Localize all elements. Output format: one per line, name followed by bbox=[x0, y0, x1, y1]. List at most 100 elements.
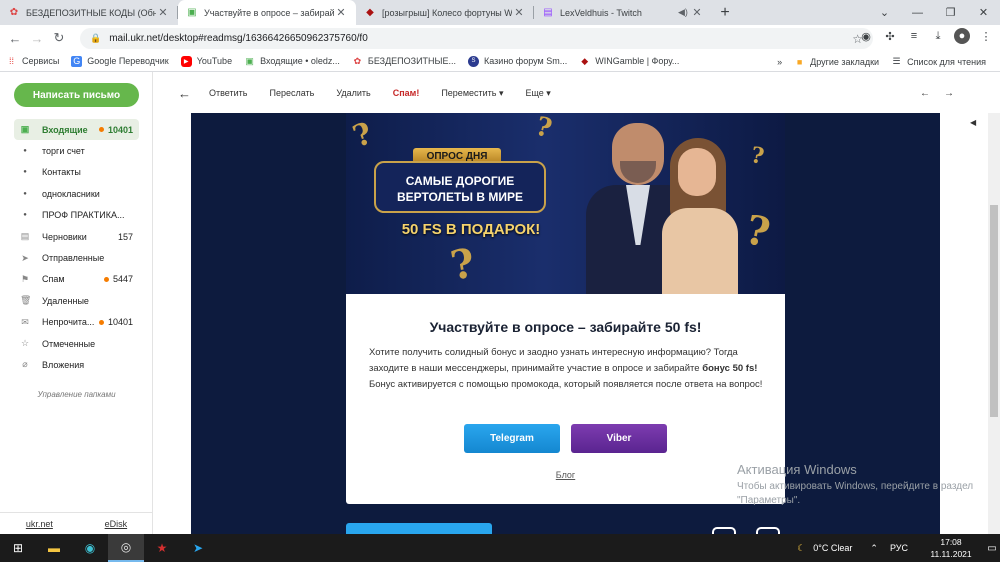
folder-count: 157 bbox=[117, 231, 133, 242]
close-window-icon[interactable]: ✕ bbox=[967, 0, 1000, 25]
question-mark-decoration: ? bbox=[748, 142, 767, 170]
sidebar-folder[interactable]: ⚑ Спам 5447 bbox=[14, 269, 139, 290]
folder-count: 10401 bbox=[98, 125, 133, 135]
folder-label: Удаленные bbox=[42, 295, 89, 306]
translate-icon: G bbox=[71, 55, 83, 67]
close-icon[interactable]: ✕ bbox=[156, 6, 170, 19]
tray-chevron-icon[interactable]: ⌃ bbox=[870, 543, 878, 554]
tab-search-icon[interactable]: ⌄ bbox=[868, 0, 901, 25]
bookmark-wingamble[interactable]: ◆ WINGamble | Фору... bbox=[573, 56, 685, 67]
question-mark-decoration: ? bbox=[532, 113, 555, 145]
address-bar[interactable]: 🔒 mail.ukr.net/desktop#readmsg/163664266… bbox=[80, 28, 873, 49]
weather-widget[interactable]: ☾ 0°C Clear bbox=[797, 543, 852, 554]
extension-icon[interactable]: ◉ bbox=[858, 28, 874, 44]
browser-tab-1[interactable]: ✿ БЕЗДЕПОЗИТНЫЕ КОДЫ (Обно ✕ bbox=[0, 0, 178, 25]
close-icon[interactable]: ✕ bbox=[334, 6, 348, 19]
folder-label: Вложения bbox=[42, 359, 85, 370]
move-dropdown[interactable]: Переместить ▾ bbox=[441, 88, 503, 99]
windows-start-icon[interactable]: ⊞ bbox=[0, 534, 36, 562]
reading-list-icon: ☰ bbox=[892, 56, 901, 66]
file-explorer-icon[interactable]: ▬ bbox=[36, 534, 72, 562]
language-indicator[interactable]: РУС bbox=[890, 543, 908, 553]
sidebar-folder[interactable]: ➤ Отправленные bbox=[14, 247, 139, 268]
telegram-button[interactable]: Telegram bbox=[464, 424, 560, 453]
unread-icon: ✉ bbox=[21, 316, 29, 327]
reply-button[interactable]: Ответить bbox=[209, 88, 247, 98]
prev-message-icon[interactable]: ← bbox=[920, 88, 930, 99]
lock-icon[interactable]: 🔒 bbox=[90, 33, 101, 44]
puzzle-icon[interactable]: ✣ bbox=[882, 28, 898, 44]
promo-banner[interactable]: ? ? ? ? ? ОПРОС ДНЯ САМЫЕ ДОРОГИЕ ВЕРТОЛЕ… bbox=[346, 113, 785, 294]
mail-sidebar: Написать письмо ▣ Входящие 10401 ● торги сче… bbox=[0, 72, 153, 534]
unread-dot bbox=[98, 319, 104, 325]
forward-arrow-icon[interactable]: → bbox=[26, 31, 48, 46]
sidebar-folder[interactable]: ☆ Отмеченные bbox=[14, 333, 139, 354]
bookmark-bonus-codes[interactable]: ✿ БЕЗДЕПОЗИТНЫЕ... bbox=[346, 56, 462, 67]
sidebar-folder[interactable]: ▤ Черновики 157 bbox=[14, 226, 139, 247]
spam-button[interactable]: Спам! bbox=[393, 88, 420, 98]
compose-button[interactable]: Написать письмо bbox=[14, 83, 139, 107]
edisk-link[interactable]: eDisk bbox=[105, 519, 128, 529]
footer-cta-button[interactable] bbox=[346, 523, 492, 534]
question-mark-decoration: ? bbox=[447, 239, 479, 290]
sidebar-folder[interactable]: ● однокласники bbox=[14, 183, 139, 204]
delete-button[interactable]: Удалить bbox=[336, 88, 370, 98]
sidebar-folder[interactable]: ✉ Непрочита... 10401 bbox=[14, 312, 139, 333]
viber-button[interactable]: Viber bbox=[571, 424, 667, 453]
sidebar-folder[interactable]: ● Контакты bbox=[14, 162, 139, 183]
folder-label: ПРОФ ПРАКТИКА... bbox=[42, 210, 125, 221]
scrollbar-thumb[interactable] bbox=[990, 205, 998, 417]
edge-icon[interactable]: ◉ bbox=[72, 534, 108, 562]
sidebar-folder[interactable]: 🗑 Удаленные bbox=[14, 290, 139, 311]
bookmark-casino-forum[interactable]: S Казино форум Sm... bbox=[462, 55, 573, 67]
clock[interactable]: 17:08 11.11.2021 bbox=[918, 536, 984, 560]
folder-label: Спам bbox=[42, 274, 65, 285]
back-arrow-icon[interactable]: ← bbox=[4, 31, 26, 46]
browser-tab-3[interactable]: ◆ [розыгрыш] Колесо фортуны W ✕ bbox=[356, 0, 534, 25]
bookmark-translate[interactable]: G Google Переводчик bbox=[65, 55, 174, 67]
apps-icon: ⁞⁞ bbox=[8, 56, 14, 66]
minimize-icon[interactable]: — bbox=[901, 0, 934, 25]
download-icon[interactable]: ⤓ bbox=[930, 28, 946, 44]
collapse-right-icon[interactable]: ◀ bbox=[970, 118, 976, 127]
windows-taskbar: ⊞ ▬ ◉ ◎ ★ ➤ ☾ 0°C Clear ⌃ РУС 17:08 11.11.… bbox=[0, 534, 1000, 562]
more-dropdown[interactable]: Еще ▾ bbox=[525, 88, 550, 99]
browser-tabbar: ✿ БЕЗДЕПОЗИТНЫЕ КОДЫ (Обно ✕ ▣ Участвуйт… bbox=[0, 0, 1000, 25]
folder-label: торги счет bbox=[42, 146, 85, 157]
window-controls: ⌄ — ❐ ✕ bbox=[868, 0, 1000, 25]
youtube-icon: ▶ bbox=[180, 55, 192, 67]
close-icon[interactable]: ✕ bbox=[512, 6, 526, 19]
restore-icon[interactable]: ❐ bbox=[934, 0, 967, 25]
reading-list[interactable]: ☰ Список для чтения bbox=[885, 56, 992, 67]
bookmark-ukrnet[interactable]: ▣ Входящие • oledz... bbox=[238, 56, 346, 67]
menu-dots-icon[interactable]: ⋮ bbox=[978, 28, 994, 44]
forward-button[interactable]: Переслать bbox=[269, 88, 314, 98]
manage-folders-link[interactable]: Управление папками bbox=[0, 390, 153, 399]
bookmark-youtube[interactable]: ▶ YouTube bbox=[175, 55, 238, 67]
social-icon[interactable] bbox=[756, 527, 780, 534]
close-icon[interactable]: ✕ bbox=[690, 6, 704, 19]
notifications-icon[interactable]: ▭ bbox=[984, 534, 1000, 562]
sidebar-folder[interactable]: ⌀ Вложения bbox=[14, 354, 139, 375]
sidebar-folder[interactable]: ● торги счет bbox=[14, 140, 139, 161]
sidebar-folder[interactable]: ▣ Входящие 10401 bbox=[14, 119, 139, 141]
next-message-icon[interactable]: → bbox=[944, 88, 954, 99]
bookmarks-more-button[interactable]: » bbox=[771, 57, 788, 67]
reload-icon[interactable]: ↻ bbox=[48, 30, 70, 46]
playlist-icon[interactable]: ≡ bbox=[906, 28, 922, 44]
speaker-icon[interactable]: ◀) bbox=[678, 7, 690, 18]
browser-tab-2[interactable]: ▣ Участвуйте в опросе – забирай ✕ bbox=[178, 0, 356, 25]
browser-tab-4[interactable]: ▤ LexVeldhuis - Twitch ◀) ✕ bbox=[534, 0, 712, 25]
other-bookmarks[interactable]: ■ Другие закладки bbox=[788, 56, 885, 67]
pokerstars-icon[interactable]: ★ bbox=[144, 534, 180, 562]
back-arrow-icon[interactable]: ← bbox=[178, 86, 191, 101]
bookmark-apps[interactable]: ⁞⁞ Сервисы bbox=[0, 56, 65, 67]
avatar[interactable]: ● bbox=[954, 28, 970, 44]
social-icon[interactable] bbox=[712, 527, 736, 534]
telegram-icon[interactable]: ➤ bbox=[180, 534, 216, 562]
sidebar-folder[interactable]: ● ПРОФ ПРАКТИКА... bbox=[14, 205, 139, 226]
new-tab-button[interactable]: + bbox=[712, 0, 738, 25]
blog-link[interactable]: Блог bbox=[346, 470, 785, 480]
ukrnet-link[interactable]: ukr.net bbox=[26, 519, 53, 529]
chrome-icon[interactable]: ◎ bbox=[108, 534, 144, 562]
